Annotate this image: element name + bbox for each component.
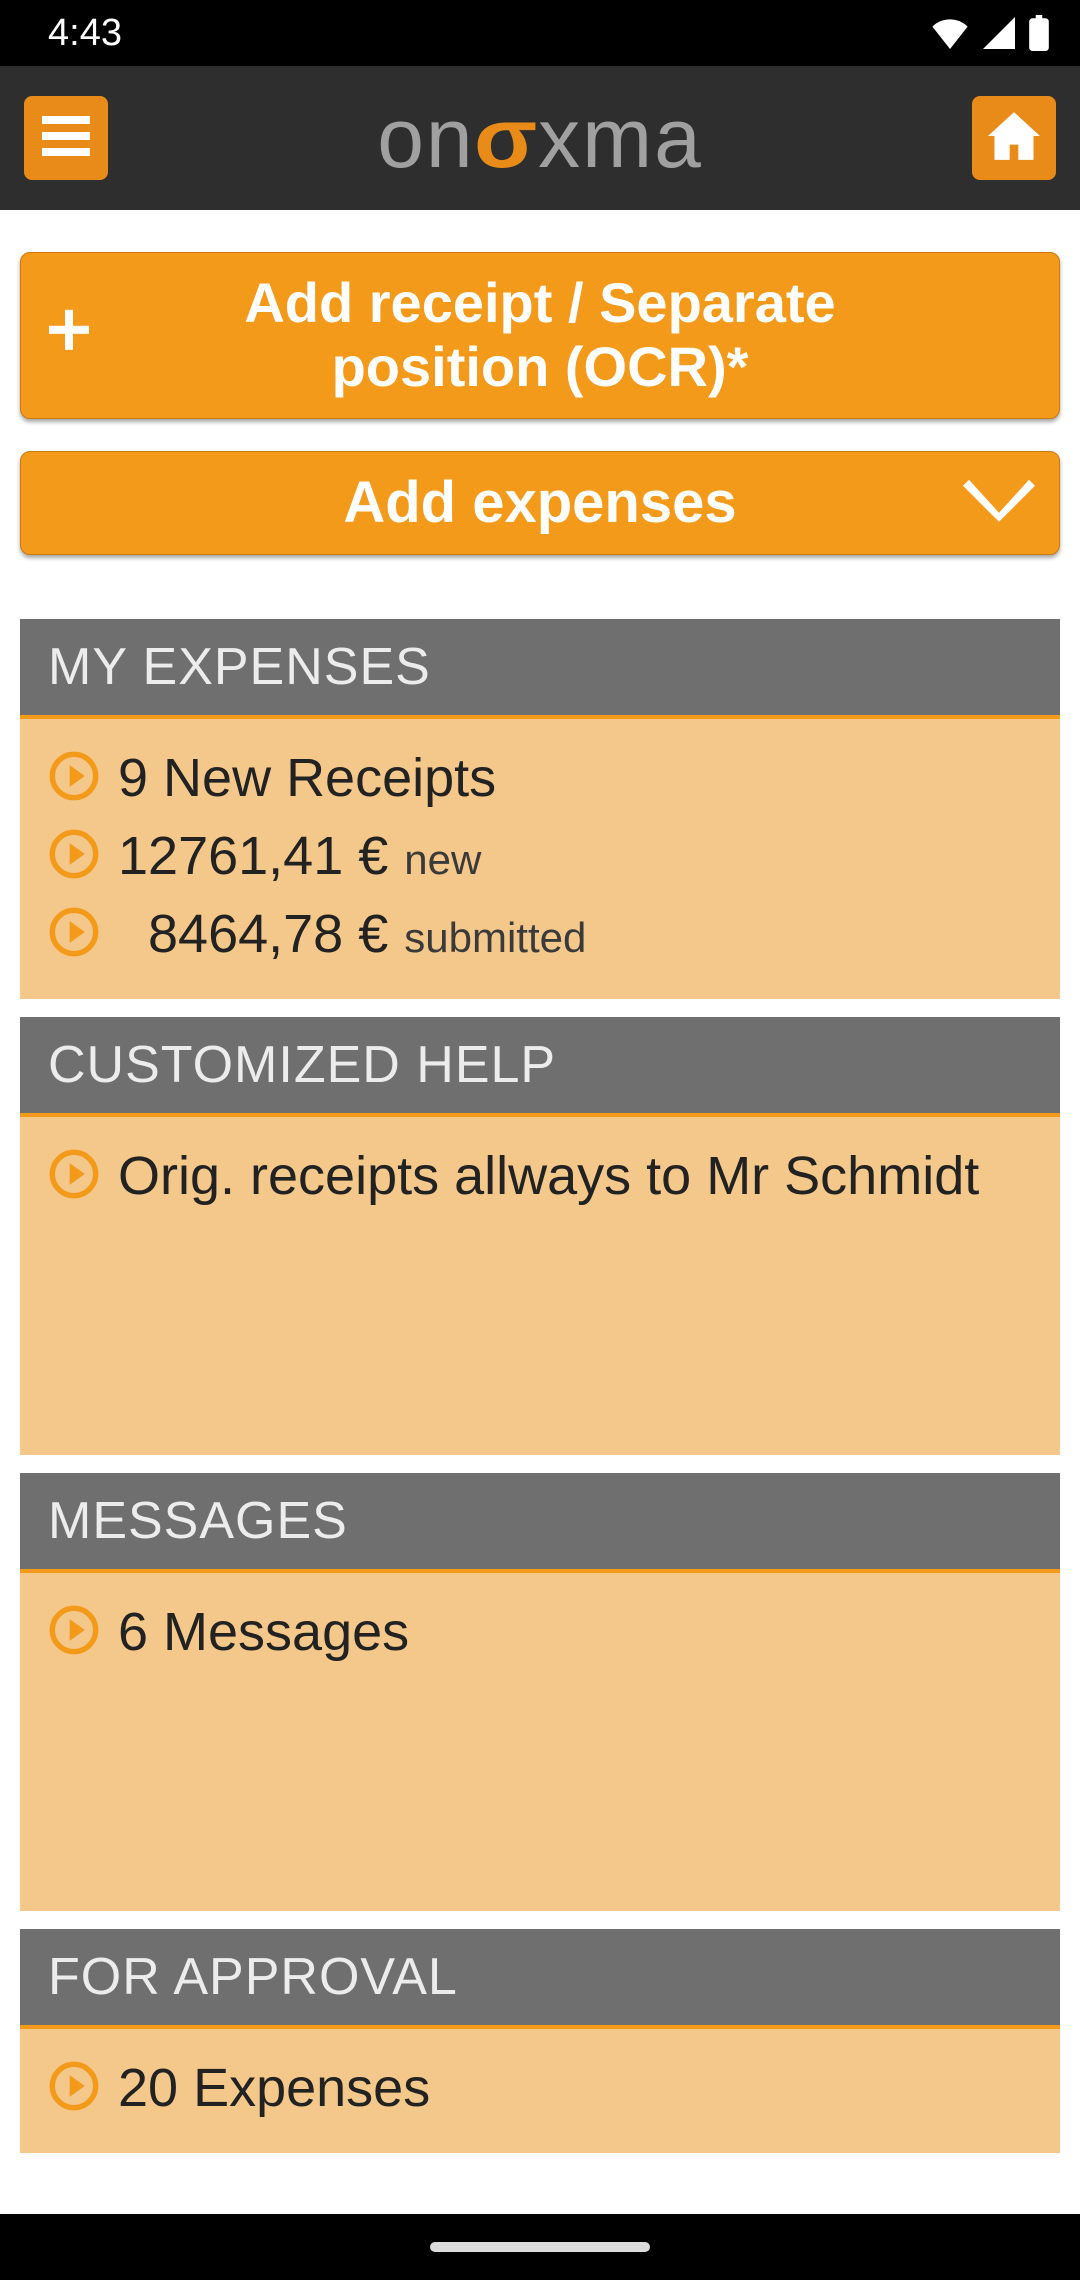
play-icon [48, 1604, 100, 1661]
home-button[interactable] [972, 96, 1056, 180]
android-nav-bar [0, 2214, 1080, 2280]
amount-submitted-sub: submitted [404, 914, 586, 962]
status-icons [930, 15, 1050, 51]
cellular-icon [982, 17, 1016, 49]
add-receipt-label: Add receipt / Separate position (OCR)* [49, 271, 1031, 400]
amount-submitted-row[interactable]: 8464,78 € submitted [48, 903, 1032, 965]
my-expenses-title: MY EXPENSES [20, 619, 1060, 719]
main-content: Add receipt / Separate position (OCR)* A… [0, 210, 1080, 2153]
amount-submitted-value: 8464,78 € [118, 903, 388, 965]
new-receipts-text: 9 New Receipts [118, 747, 496, 809]
logo-pre: on [377, 90, 474, 187]
chevron-down-icon [963, 471, 1035, 535]
my-expenses-body: 9 New Receipts 12761,41 € new 8464,78 € … [20, 719, 1060, 999]
customized-help-body: Orig. receipts allways to Mr Schmidt [20, 1117, 1060, 1455]
app-header: onΣxma [0, 66, 1080, 210]
new-receipts-row[interactable]: 9 New Receipts [48, 747, 1032, 809]
my-expenses-card: MY EXPENSES 9 New Receipts 12761,41 € ne… [20, 619, 1060, 999]
play-icon [48, 2060, 100, 2117]
play-icon [48, 750, 100, 807]
messages-text: 6 Messages [118, 1601, 409, 1663]
plus-icon [45, 303, 93, 367]
logo: onΣxma [108, 90, 972, 187]
for-approval-card: FOR APPROVAL 20 Expenses [20, 1929, 1060, 2153]
status-time: 4:43 [48, 12, 122, 55]
messages-row[interactable]: 6 Messages [48, 1601, 1032, 1663]
play-icon [48, 828, 100, 885]
amount-new-text: 12761,41 € new [118, 825, 481, 887]
amount-new-row[interactable]: 12761,41 € new [48, 825, 1032, 887]
wifi-icon [930, 17, 970, 49]
help-text: Orig. receipts allways to Mr Schmidt [118, 1145, 979, 1207]
battery-icon [1028, 15, 1050, 51]
menu-button[interactable] [24, 96, 108, 180]
help-row[interactable]: Orig. receipts allways to Mr Schmidt [48, 1145, 1032, 1207]
customized-help-title: CUSTOMIZED HELP [20, 1017, 1060, 1117]
messages-card: MESSAGES 6 Messages [20, 1473, 1060, 1911]
messages-body: 6 Messages [20, 1573, 1060, 1911]
play-icon [48, 906, 100, 963]
for-approval-title: FOR APPROVAL [20, 1929, 1060, 2029]
hamburger-icon [42, 116, 90, 161]
add-expenses-label: Add expenses [49, 470, 1031, 537]
messages-title: MESSAGES [20, 1473, 1060, 1573]
for-approval-body: 20 Expenses [20, 2029, 1060, 2153]
add-expenses-button[interactable]: Add expenses [20, 451, 1060, 556]
home-indicator[interactable] [430, 2242, 650, 2252]
play-icon [48, 1148, 100, 1205]
logo-post: xma [538, 90, 703, 187]
approval-row[interactable]: 20 Expenses [48, 2057, 1032, 2119]
customized-help-card: CUSTOMIZED HELP Orig. receipts allways t… [20, 1017, 1060, 1455]
amount-new-value: 12761,41 € [118, 825, 388, 887]
add-receipt-button[interactable]: Add receipt / Separate position (OCR)* [20, 252, 1060, 419]
logo-sigma-icon: Σ [471, 90, 541, 187]
amount-new-sub: new [404, 836, 481, 884]
approval-text: 20 Expenses [118, 2057, 430, 2119]
amount-submitted-text: 8464,78 € submitted [118, 903, 586, 965]
home-icon [988, 112, 1040, 165]
android-status-bar: 4:43 [0, 0, 1080, 66]
